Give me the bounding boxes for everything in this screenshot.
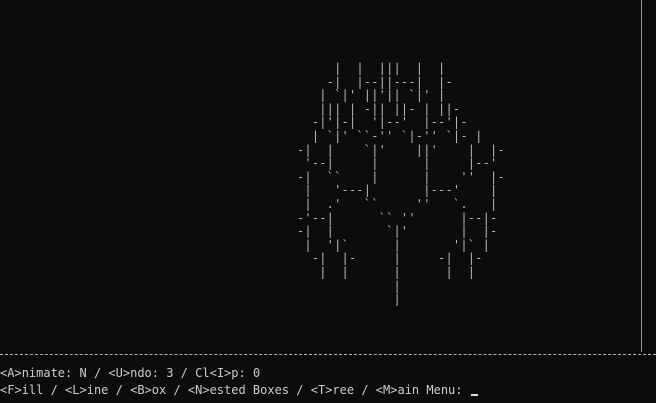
status-separator: /	[173, 366, 196, 380]
animate-label: nimate:	[21, 366, 80, 380]
clip-value: 0	[252, 366, 261, 380]
canvas-separator	[0, 354, 656, 355]
menu-item-main-menu[interactable]: <M>ain Menu:	[376, 383, 463, 397]
menu-item-line[interactable]: <L>ine	[65, 383, 108, 397]
status-line: <A>nimate: N / <U>ndo: 3 / Cl<I>p: 0	[0, 366, 260, 380]
menu-separator: /	[108, 383, 131, 397]
command-menu: <F>ill / <L>ine / <B>ox / <N>ested Boxes…	[0, 383, 478, 397]
undo-key[interactable]: <U>	[108, 366, 130, 380]
menu-separator: /	[43, 383, 66, 397]
clip-key[interactable]: <I>	[210, 366, 232, 380]
clip-label: p:	[231, 366, 253, 380]
text-cursor[interactable]	[470, 394, 478, 396]
undo-label: ndo:	[130, 366, 167, 380]
ascii-art-canvas: | | ||| | | -| |--||---| |- | `|' ||'|| …	[296, 61, 505, 307]
menu-separator: /	[354, 383, 376, 397]
animate-value: N	[79, 366, 87, 380]
menu-item-nested-boxes[interactable]: <N>ested Boxes	[188, 383, 289, 397]
canvas-right-border	[641, 0, 642, 352]
menu-separator: /	[166, 383, 188, 397]
menu-item-fill[interactable]: <F>ill	[0, 383, 43, 397]
menu-item-box[interactable]: <B>ox	[130, 383, 166, 397]
terminal-window: | | ||| | | -| |--||---| |- | `|' ||'|| …	[0, 0, 656, 403]
menu-item-tree[interactable]: <T>ree	[311, 383, 354, 397]
animate-key[interactable]: <A>	[0, 366, 22, 380]
status-separator: /	[86, 366, 109, 380]
clip-prefix: Cl	[195, 366, 210, 380]
menu-separator: /	[289, 383, 311, 397]
